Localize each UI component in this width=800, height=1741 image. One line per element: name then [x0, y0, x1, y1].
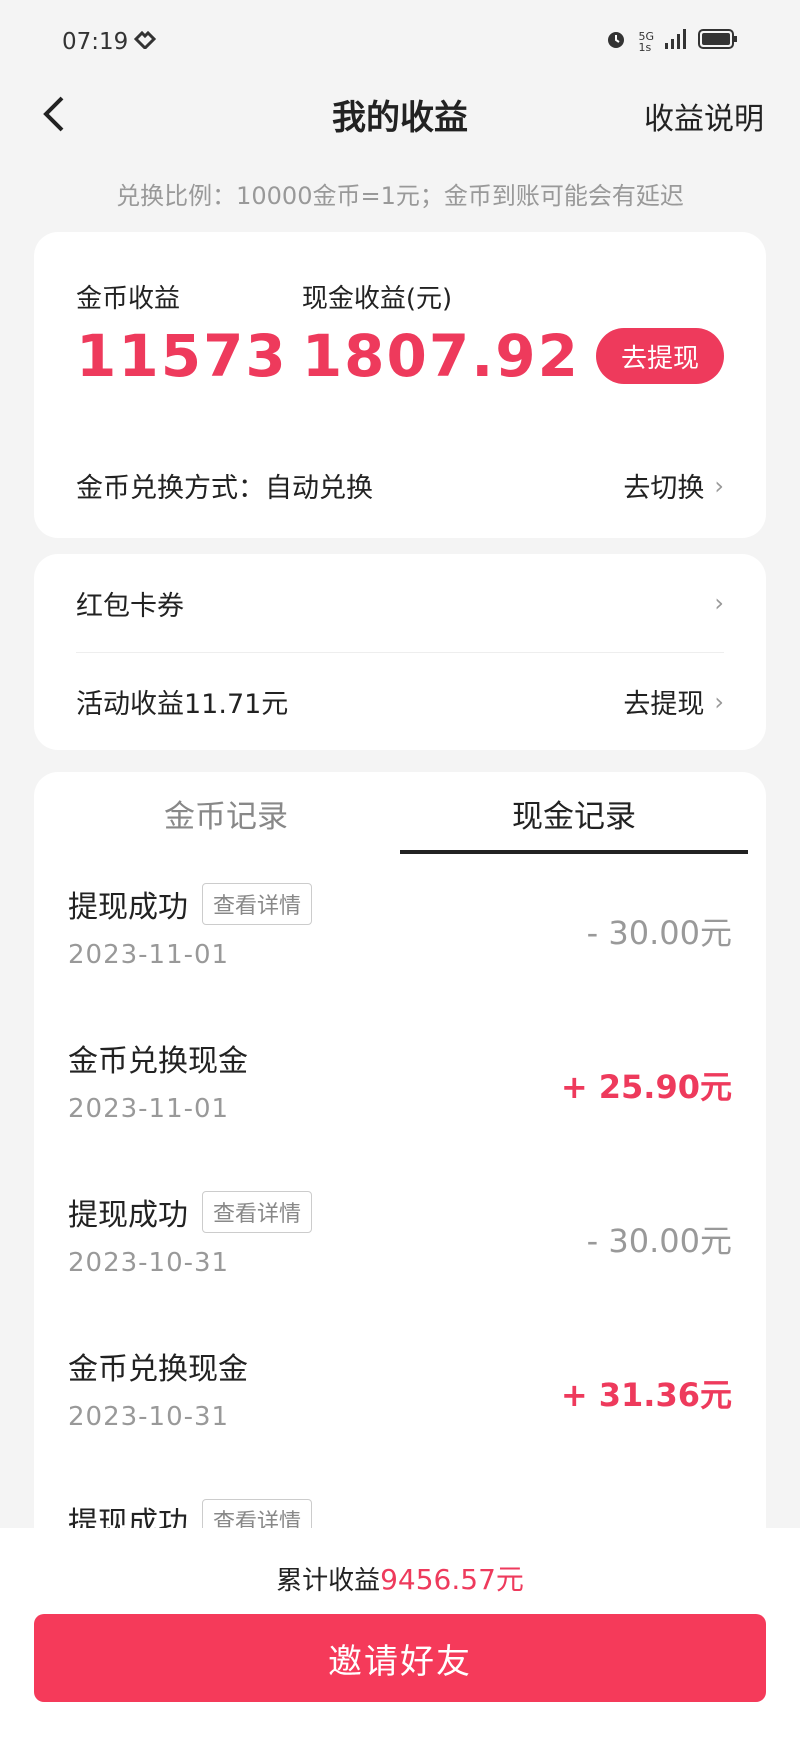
- list-item: 金币兑换现金 2023-10-31 + 31.36元: [34, 1316, 766, 1470]
- list-item: 提现成功 查看详情 2023-11-01 - 30.00元: [34, 854, 766, 1008]
- battery-icon: [698, 29, 738, 55]
- cash-label: 现金收益(元): [301, 284, 453, 314]
- total-value: 9456.57元: [380, 1563, 524, 1596]
- coin-balance: 金币收益 11573: [76, 278, 302, 390]
- total-earnings: 累计收益9456.57元: [0, 1558, 800, 1598]
- switch-label: 去切换: [623, 473, 705, 504]
- records-card: 金币记录 现金记录 提现成功 查看详情 2023-11-01 - 30.00元 …: [34, 772, 766, 1532]
- back-button[interactable]: [34, 94, 74, 134]
- signal-icon: [664, 29, 688, 55]
- network-indicator: 5G 1s: [638, 30, 654, 54]
- record-amount: + 31.36元: [560, 1376, 732, 1414]
- chevron-right-icon: ›: [714, 687, 724, 716]
- cash-value-row: 1807.92 去提现: [302, 322, 724, 390]
- coin-label: 金币收益: [76, 284, 181, 314]
- record-amount: + 25.90元: [560, 1068, 732, 1106]
- status-bar: 07:19 5G 1s: [0, 0, 800, 84]
- cash-balance: 现金收益(元) 1807.92 去提现: [302, 278, 724, 390]
- tab-cash-records[interactable]: 现金记录: [400, 772, 748, 854]
- list-item-action: 去提现 ›: [623, 687, 724, 721]
- records-tabs: 金币记录 现金记录: [34, 772, 766, 854]
- switch-exchange-mode[interactable]: 去切换 ›: [623, 466, 724, 505]
- list-item-action: ›: [704, 589, 724, 617]
- view-details-button[interactable]: 查看详情: [202, 1191, 313, 1233]
- options-card: 红包卡券 › 活动收益11.71元 去提现 ›: [34, 554, 766, 750]
- record-title: 提现成功: [68, 1198, 188, 1233]
- exchange-mode-label: 金币兑换方式：自动兑换: [76, 473, 373, 504]
- record-title: 提现成功: [68, 890, 188, 925]
- chevron-right-icon: ›: [714, 589, 724, 617]
- chevron-left-icon: [43, 96, 64, 132]
- total-label: 累计收益: [276, 1566, 381, 1596]
- record-title: 金币兑换现金: [68, 1044, 248, 1079]
- list-item: 提现成功 查看详情 2023-10-31 - 30.00元: [34, 1162, 766, 1316]
- list-item-label: 红包卡券: [76, 590, 184, 622]
- balance-card: 金币收益 11573 现金收益(元) 1807.92 去提现 金币兑换方式：自动…: [34, 232, 766, 538]
- page-title: 我的收益: [332, 97, 468, 138]
- list-item-activity-earnings[interactable]: 活动收益11.71元 去提现 ›: [76, 652, 724, 750]
- coin-value: 11573: [76, 322, 288, 390]
- exchange-mode-row[interactable]: 金币兑换方式：自动兑换 去切换 ›: [76, 466, 724, 505]
- tab-coin-records[interactable]: 金币记录: [52, 772, 400, 854]
- status-right: 5G 1s: [604, 27, 738, 57]
- list-item-label: 活动收益11.71元: [76, 689, 289, 720]
- record-title: 金币兑换现金: [68, 1352, 248, 1387]
- chevron-right-icon: ›: [714, 471, 724, 500]
- record-amount: - 30.00元: [586, 914, 732, 952]
- heart-icon: [134, 29, 157, 55]
- invite-friends-button[interactable]: 邀请好友: [34, 1614, 766, 1702]
- record-amount: - 30.00元: [586, 1222, 732, 1260]
- view-details-button[interactable]: 查看详情: [202, 883, 313, 925]
- earnings-help-link[interactable]: 收益说明: [644, 94, 764, 138]
- list-item: 金币兑换现金 2023-11-01 + 25.90元: [34, 1008, 766, 1162]
- balance-row: 金币收益 11573 现金收益(元) 1807.92 去提现: [76, 278, 724, 390]
- record-title: 提现成功: [68, 1506, 188, 1532]
- withdraw-button[interactable]: 去提现: [596, 328, 724, 384]
- bottom-bar: 累计收益9456.57元 邀请好友: [0, 1528, 800, 1741]
- list-item-coupons[interactable]: 红包卡券 ›: [76, 554, 724, 652]
- status-time: 07:19: [62, 29, 129, 55]
- list-item: 提现成功 查看详情: [34, 1470, 766, 1532]
- alarm-icon: [604, 27, 628, 57]
- exchange-rate-note: 兑换比例：10000金币=1元；金币到账可能会有延迟: [116, 182, 684, 210]
- cash-value: 1807.92: [301, 322, 580, 390]
- nav-bar: 我的收益 收益说明: [0, 84, 800, 144]
- status-left: 07:19: [62, 29, 157, 55]
